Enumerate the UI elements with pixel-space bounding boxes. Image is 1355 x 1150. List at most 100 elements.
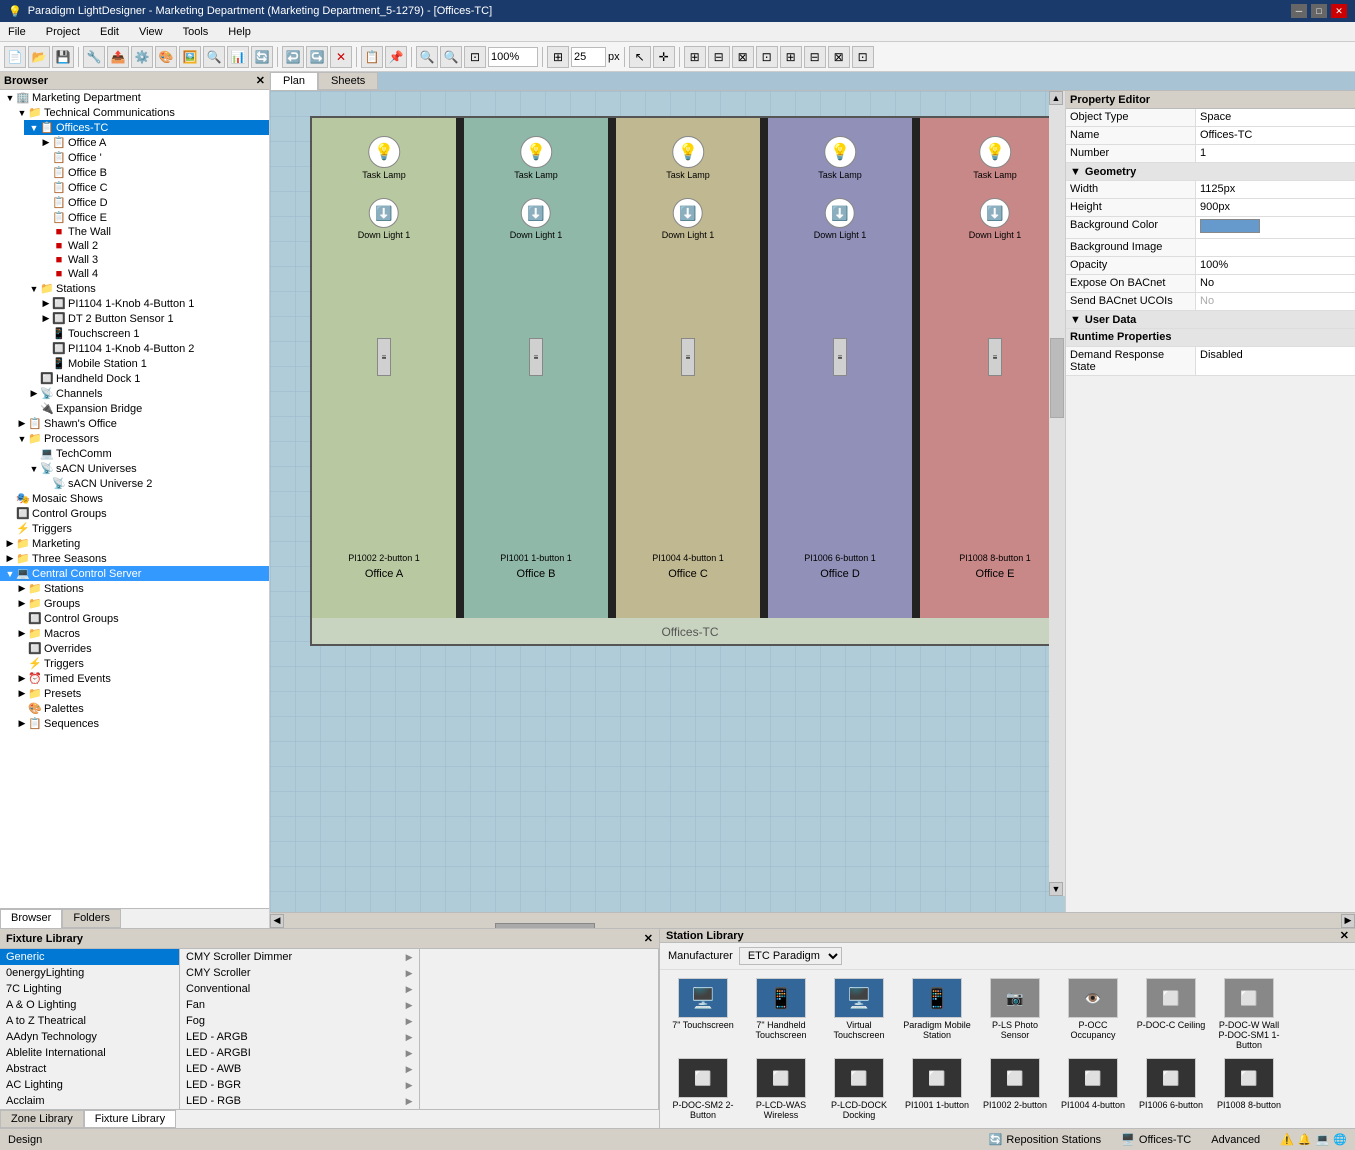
tree-expansion-bridge[interactable]: 🔌 Expansion Bridge	[24, 401, 269, 416]
tree-triggers[interactable]: ⚡ Triggers	[0, 521, 269, 536]
station-7in-handheld[interactable]: 📱 7" Handheld Touchscreen	[746, 978, 816, 1050]
fixture-led-argb[interactable]: LED - ARGB ▶	[180, 1029, 419, 1045]
station-pi1001[interactable]: ⬜ PI1001 1-button	[902, 1058, 972, 1120]
grid-button[interactable]: ⊞	[547, 46, 569, 68]
tree-office-d[interactable]: 📋 Office D	[36, 195, 269, 210]
menu-edit[interactable]: Edit	[96, 25, 123, 39]
station-pi1006[interactable]: ⬜ PI1006 6-button	[1136, 1058, 1206, 1120]
tree-shawns-office[interactable]: ▶ 📋 Shawn's Office	[12, 416, 269, 431]
export-button[interactable]: 📤	[107, 46, 129, 68]
fixture-conventional[interactable]: Conventional ▶	[180, 981, 419, 997]
align5[interactable]: ⊞	[780, 46, 802, 68]
tree-sacn-universes[interactable]: ▼ 📡 sACN Universes	[24, 461, 269, 476]
station-plcd-dock[interactable]: ⬜ P-LCD-DOCK Docking	[824, 1058, 894, 1120]
redo-button[interactable]: ↪️	[306, 46, 328, 68]
pe-value-bg-color[interactable]	[1196, 217, 1355, 238]
station-pdoc-w[interactable]: ⬜ P-DOC-W Wall P-DOC-SM1 1-Button	[1214, 978, 1284, 1050]
open-button[interactable]: 📂	[28, 46, 50, 68]
tree-ccs-stations[interactable]: ▶ 📁 Stations	[12, 581, 269, 596]
import-button[interactable]: 🔧	[83, 46, 105, 68]
align3[interactable]: ⊠	[732, 46, 754, 68]
menu-view[interactable]: View	[135, 25, 167, 39]
copy-button[interactable]: 📋	[361, 46, 383, 68]
manuf-ao[interactable]: A & O Lighting	[0, 997, 179, 1013]
tree-dt2-button[interactable]: ▶ 🔲 DT 2 Button Sensor 1	[36, 311, 269, 326]
tree-wall-3[interactable]: ■ Wall 3	[36, 253, 269, 267]
station-pi1008[interactable]: ⬜ PI1008 8-button	[1214, 1058, 1284, 1120]
tree-ccs-groups[interactable]: ▶ 📁 Groups	[12, 596, 269, 611]
tree-wall-4[interactable]: ■ Wall 4	[36, 267, 269, 281]
zoom-in-button[interactable]: 🔍	[440, 46, 462, 68]
tree-office-c[interactable]: 📋 Office C	[36, 180, 269, 195]
tree-techcomm[interactable]: 💻 TechComm	[24, 446, 269, 461]
align2[interactable]: ⊟	[708, 46, 730, 68]
station-pls-photo[interactable]: 📷 P-LS Photo Sensor	[980, 978, 1050, 1050]
delete-button[interactable]: ✕	[330, 46, 352, 68]
align1[interactable]: ⊞	[684, 46, 706, 68]
manuf-aadyn[interactable]: AAdyn Technology	[0, 1029, 179, 1045]
tree-office-b[interactable]: 📋 Office B	[36, 165, 269, 180]
tree-central-control-server[interactable]: ▼ 💻 Central Control Server	[0, 566, 269, 581]
close-button[interactable]: ✕	[1331, 4, 1347, 18]
tool3[interactable]: 🎨	[155, 46, 177, 68]
station-pocc[interactable]: 👁️ P-OCC Occupancy	[1058, 978, 1128, 1050]
tree-ccs-control-groups[interactable]: 🔲 Control Groups	[12, 611, 269, 626]
tool4[interactable]: 🖼️	[179, 46, 201, 68]
vscroll-thumb[interactable]	[1050, 338, 1064, 418]
tool5[interactable]: 🔍	[203, 46, 225, 68]
manuf-ablelite[interactable]: Ablelite International	[0, 1045, 179, 1061]
tree-the-wall[interactable]: ■ The Wall	[36, 225, 269, 239]
save-button[interactable]: 💾	[52, 46, 74, 68]
canvas-vscrollbar[interactable]: ▲ ▼	[1049, 91, 1065, 896]
tree-office-e[interactable]: 📋 Office E	[36, 210, 269, 225]
tab-plan[interactable]: Plan	[270, 72, 318, 90]
fixture-led-awb[interactable]: LED - AWB ▶	[180, 1061, 419, 1077]
settings-button[interactable]: ⚙️	[131, 46, 153, 68]
tree-processors[interactable]: ▼ 📁 Processors	[12, 431, 269, 446]
fixture-cmy-scroller[interactable]: CMY Scroller ▶	[180, 965, 419, 981]
manuf-atoz[interactable]: A to Z Theatrical	[0, 1013, 179, 1029]
status-mode[interactable]: Advanced	[1211, 1134, 1260, 1146]
tree-ccs-macros[interactable]: ▶ 📁 Macros	[12, 626, 269, 641]
tool6[interactable]: 📊	[227, 46, 249, 68]
fixture-cmy-scroller-dimmer[interactable]: CMY Scroller Dimmer ▶	[180, 949, 419, 965]
menu-file[interactable]: File	[4, 25, 30, 39]
tool7[interactable]: 🔄	[251, 46, 273, 68]
align7[interactable]: ⊠	[828, 46, 850, 68]
minimize-button[interactable]: ─	[1291, 4, 1307, 18]
tree-control-groups[interactable]: 🔲 Control Groups	[0, 506, 269, 521]
menu-help[interactable]: Help	[224, 25, 255, 39]
tree-channels[interactable]: ▶ 📡 Channels	[24, 386, 269, 401]
manuf-7c[interactable]: 7C Lighting	[0, 981, 179, 997]
tab-sheets[interactable]: Sheets	[318, 72, 378, 90]
align4[interactable]: ⊡	[756, 46, 778, 68]
tree-touchscreen-1[interactable]: 📱 Touchscreen 1	[36, 326, 269, 341]
tree-wall-2[interactable]: ■ Wall 2	[36, 239, 269, 253]
vscroll-up-button[interactable]: ▲	[1049, 91, 1063, 105]
color-swatch[interactable]	[1200, 219, 1260, 233]
align8[interactable]: ⊡	[852, 46, 874, 68]
tree-ccs-presets[interactable]: ▶ 📁 Presets	[12, 686, 269, 701]
grid-size-input[interactable]	[571, 47, 606, 67]
tree-ccs-palettes[interactable]: 🎨 Palettes	[12, 701, 269, 716]
station-plcd-was[interactable]: ⬜ P-LCD-WAS Wireless	[746, 1058, 816, 1120]
tree-handheld-dock[interactable]: 🔲 Handheld Dock 1	[24, 371, 269, 386]
select-button[interactable]: ↖	[629, 46, 651, 68]
tree-three-seasons[interactable]: ▶ 📁 Three Seasons	[0, 551, 269, 566]
tree-mosaic-shows[interactable]: 🎭 Mosaic Shows	[0, 491, 269, 506]
station-paradigm-mobile[interactable]: 📱 Paradigm Mobile Station	[902, 978, 972, 1050]
reposition-stations[interactable]: 🔄 Reposition Stations	[989, 1133, 1101, 1146]
fixture-fog[interactable]: Fog ▶	[180, 1013, 419, 1029]
station-pdoc-sm2[interactable]: ⬜ P-DOC-SM2 2-Button	[668, 1058, 738, 1120]
tree-technical-communications[interactable]: ▼ 📁 Technical Communications	[12, 105, 269, 120]
fixture-led-rgb[interactable]: LED - RGB ▶	[180, 1093, 419, 1109]
tree-office-prime[interactable]: 📋 Office '	[36, 150, 269, 165]
tree-ccs-overrides[interactable]: 🔲 Overrides	[12, 641, 269, 656]
hscroll-left-button[interactable]: ◀	[270, 914, 284, 928]
paste-button[interactable]: 📌	[385, 46, 407, 68]
menu-tools[interactable]: Tools	[179, 25, 213, 39]
tree-mobile-station-1[interactable]: 📱 Mobile Station 1	[36, 356, 269, 371]
tab-folders[interactable]: Folders	[62, 909, 121, 928]
tab-browser[interactable]: Browser	[0, 909, 62, 928]
manuf-acclaim[interactable]: Acclaim	[0, 1093, 179, 1109]
